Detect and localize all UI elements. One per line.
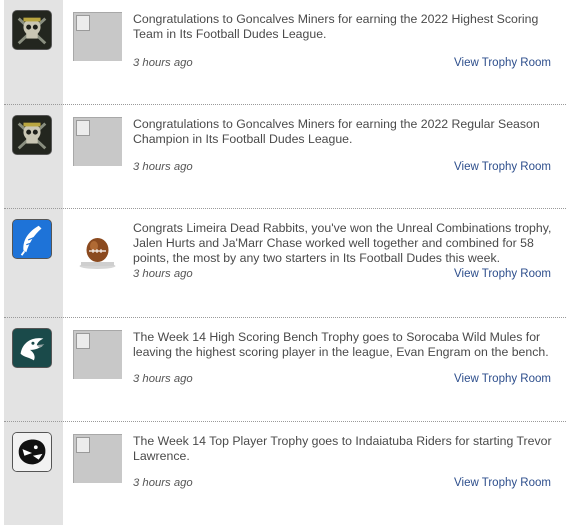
- feed-timestamp: 3 hours ago: [133, 268, 193, 280]
- feed-timestamp: 3 hours ago: [133, 477, 193, 489]
- trophy-image: [73, 221, 122, 270]
- trophy-image: [73, 330, 122, 379]
- feed-timestamp: 3 hours ago: [133, 373, 193, 385]
- view-trophy-room-link[interactable]: View Trophy Room: [454, 57, 551, 69]
- feed-timestamp: 3 hours ago: [133, 161, 193, 173]
- feed-message: Congrats Limeira Dead Rabbits, you've wo…: [133, 221, 552, 265]
- feed-item: The Week 14 High Scoring Bench Trophy go…: [0, 318, 566, 422]
- feed-item: Congratulations to Goncalves Miners for …: [0, 105, 566, 209]
- view-trophy-room-link[interactable]: View Trophy Room: [454, 373, 551, 385]
- view-trophy-room-link[interactable]: View Trophy Room: [454, 477, 551, 489]
- feed-message: The Week 14 Top Player Trophy goes to In…: [133, 434, 552, 463]
- trophy-image: [73, 434, 122, 483]
- feed-message: The Week 14 High Scoring Bench Trophy go…: [133, 330, 549, 359]
- feed-item: Congratulations to Goncalves Miners for …: [0, 0, 566, 105]
- trophy-image: [73, 117, 122, 166]
- view-trophy-room-link[interactable]: View Trophy Room: [454, 268, 551, 280]
- broken-image-icon: [76, 120, 90, 136]
- feed-item: The Week 14 Top Player Trophy goes to In…: [0, 422, 566, 525]
- broken-image-icon: [76, 15, 90, 31]
- trophy-feed: Congratulations to Goncalves Miners for …: [0, 0, 566, 525]
- broken-image-icon: [76, 333, 90, 349]
- trophy-image: [73, 12, 122, 61]
- panther-head-logo-icon[interactable]: [12, 432, 52, 472]
- view-trophy-room-link[interactable]: View Trophy Room: [454, 161, 551, 173]
- feed-item: Congrats Limeira Dead Rabbits, you've wo…: [0, 209, 566, 318]
- football-trophy-icon: [73, 221, 122, 270]
- broken-image-icon: [76, 437, 90, 453]
- skull-miner-logo-icon[interactable]: [12, 115, 52, 155]
- feed-message: Congratulations to Goncalves Miners for …: [133, 12, 539, 41]
- blue-feather-logo-icon[interactable]: [12, 219, 52, 259]
- eagle-head-logo-icon[interactable]: [12, 328, 52, 368]
- feed-message: Congratulations to Goncalves Miners for …: [133, 117, 540, 146]
- feed-timestamp: 3 hours ago: [133, 57, 193, 69]
- skull-miner-logo-icon[interactable]: [12, 10, 52, 50]
